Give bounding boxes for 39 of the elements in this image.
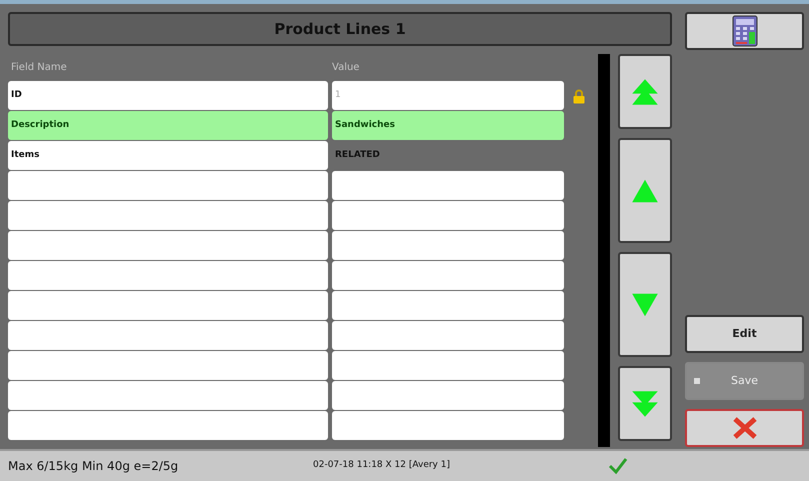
value-text: RELATED (334, 148, 381, 162)
field-name-cell[interactable] (8, 261, 328, 290)
field-column-header: Field Name (11, 61, 68, 75)
status-info-text: 02-07-18 11:18 X 12 [Avery 1] (313, 459, 451, 472)
edit-button[interactable]: Edit (685, 315, 804, 353)
field-name-cell[interactable] (8, 291, 328, 320)
scroll-down-button[interactable] (618, 252, 672, 357)
value-field[interactable] (332, 201, 564, 230)
value-field[interactable] (332, 291, 564, 320)
scale-capacity-text: Max 6/15kg Min 40g e=2/5g (8, 458, 180, 475)
value-column-header: Value (332, 61, 360, 75)
scroll-top-button[interactable] (618, 54, 672, 129)
value-field[interactable] (332, 171, 564, 200)
status-square-icon (693, 377, 701, 385)
value-field[interactable] (332, 261, 564, 290)
field-name-cell[interactable]: ID (8, 81, 328, 110)
value-field[interactable] (332, 351, 564, 380)
field-name-cell[interactable] (8, 321, 328, 350)
field-name-cell[interactable] (8, 171, 328, 200)
field-name-cell[interactable] (8, 381, 328, 410)
value-field[interactable] (332, 321, 564, 350)
field-name-cell[interactable] (8, 231, 328, 260)
field-name-cell[interactable]: Description (8, 111, 328, 140)
value-field[interactable] (332, 381, 564, 410)
cancel-button[interactable] (685, 409, 804, 447)
scroll-up-button[interactable] (618, 138, 672, 243)
close-icon (732, 416, 758, 440)
field-name-cell[interactable]: Items (8, 141, 328, 170)
keypad-icon (732, 15, 758, 47)
value-field[interactable] (332, 411, 564, 440)
field-name-cell[interactable] (8, 411, 328, 440)
scrollbar[interactable] (598, 54, 610, 447)
value-field[interactable]: Sandwiches (332, 111, 564, 140)
scroll-bottom-button[interactable] (618, 366, 672, 441)
value-field[interactable] (332, 231, 564, 260)
field-name-cell[interactable] (8, 351, 328, 380)
keypad-button[interactable] (685, 12, 804, 50)
field-name-cell[interactable] (8, 201, 328, 230)
screen-title: Product Lines 1 (8, 12, 672, 46)
